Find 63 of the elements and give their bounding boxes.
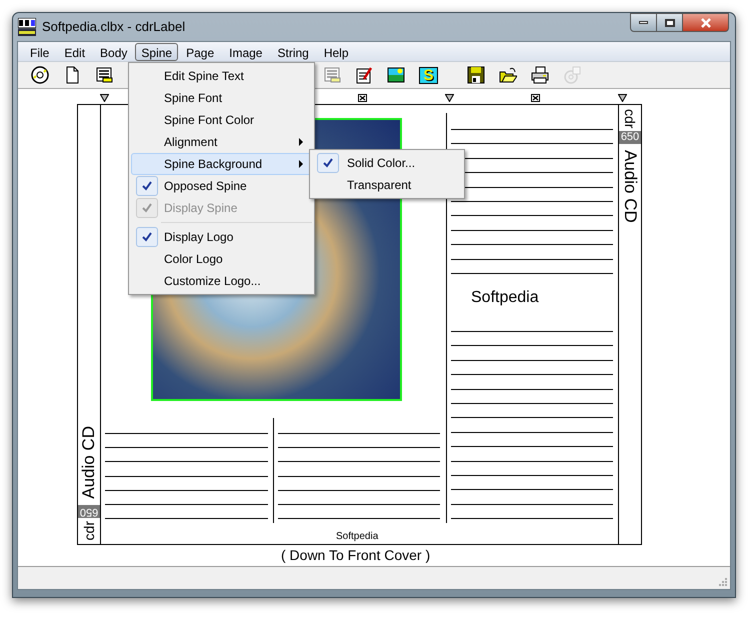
menu-item[interactable]: Body [93, 42, 134, 60]
maximize-icon [664, 18, 674, 26]
menu-item[interactable]: Image [222, 42, 270, 60]
open-folder-icon[interactable] [499, 66, 517, 84]
menu-item-label: Spine Font [164, 90, 224, 107]
menu-item[interactable]: Edit [57, 42, 92, 60]
menu-item[interactable]: Alignment [131, 131, 312, 153]
guide-marker-icon[interactable] [618, 94, 627, 102]
menu-item[interactable]: Spine [135, 42, 178, 60]
spine-title-text: Audio CD [78, 426, 99, 499]
spine-number-badge: 650 [619, 131, 641, 144]
guide-marker-icon[interactable] [100, 94, 109, 102]
menu-item-label: Alignment [164, 134, 218, 151]
cross-marker-icon[interactable] [531, 94, 540, 102]
minimize-icon [639, 21, 648, 24]
menu-item-label: Edit Spine Text [164, 68, 245, 85]
menu-item-label: Spine Font Color [164, 112, 256, 129]
cross-marker-icon[interactable] [358, 94, 367, 102]
menu-item-label: Display Logo [164, 229, 234, 246]
spine-brand-text: cdr [621, 109, 639, 128]
save-icon[interactable] [467, 66, 485, 84]
menu-item[interactable]: Spine Background [131, 153, 312, 175]
close-button[interactable] [683, 13, 729, 32]
menu-item[interactable]: String [270, 42, 316, 60]
menu-item[interactable]: Help [316, 42, 356, 60]
menu-item[interactable]: Solid Color... [312, 152, 462, 174]
menu-item-label: Color Logo [164, 251, 224, 268]
menu-item[interactable]: Color Logo [131, 248, 312, 270]
list-icon[interactable] [95, 66, 113, 84]
window-title: Softpedia.clbx - cdrLabel [42, 18, 186, 36]
menu-item-label: Display Spine [164, 200, 238, 217]
menu-item[interactable]: Display Logo [131, 226, 312, 248]
menu-item[interactable]: Edit Spine Text [131, 65, 312, 87]
app-logo-icon [18, 18, 36, 36]
menu-item[interactable]: Opposed Spine [131, 175, 312, 197]
submenu-arrow-icon [299, 138, 303, 146]
spine-brand-text: cdr [80, 520, 98, 540]
menu-item[interactable]: Transparent [312, 174, 462, 196]
footer-text: Softpedia [336, 530, 378, 544]
menu-item[interactable]: Spine Font [131, 87, 312, 109]
maximize-button[interactable] [657, 13, 683, 32]
menu-item-label: Opposed Spine [164, 178, 248, 195]
minimize-button[interactable] [630, 13, 657, 32]
spine-title-text: Audio CD [620, 150, 641, 224]
pencil-page-icon[interactable] [355, 66, 373, 84]
menu-item[interactable]: File [23, 42, 56, 60]
spine-number-badge: 650 [78, 504, 100, 518]
printer-icon[interactable] [531, 66, 549, 84]
label-caption: ( Down To Front Cover ) [281, 546, 430, 565]
back-cover-text: Softpedia [471, 288, 539, 308]
menu-item-label: Transparent [347, 177, 412, 194]
resize-grip-icon[interactable] [718, 577, 727, 586]
menu-item-label: Spine Background [164, 156, 264, 173]
guide-marker-icon[interactable] [445, 94, 454, 102]
menu-item[interactable]: Page [179, 42, 222, 60]
menu-item[interactable]: Customize Logo... [131, 270, 312, 292]
close-icon [700, 18, 712, 28]
menu-item[interactable]: Spine Font Color [131, 109, 312, 131]
submenu-arrow-icon [299, 160, 303, 168]
menu-item-label: Solid Color... [347, 155, 416, 172]
disc-icon[interactable] [31, 66, 49, 84]
landscape-picture-icon[interactable] [387, 66, 405, 84]
menu-item-label: Customize Logo... [164, 273, 262, 290]
